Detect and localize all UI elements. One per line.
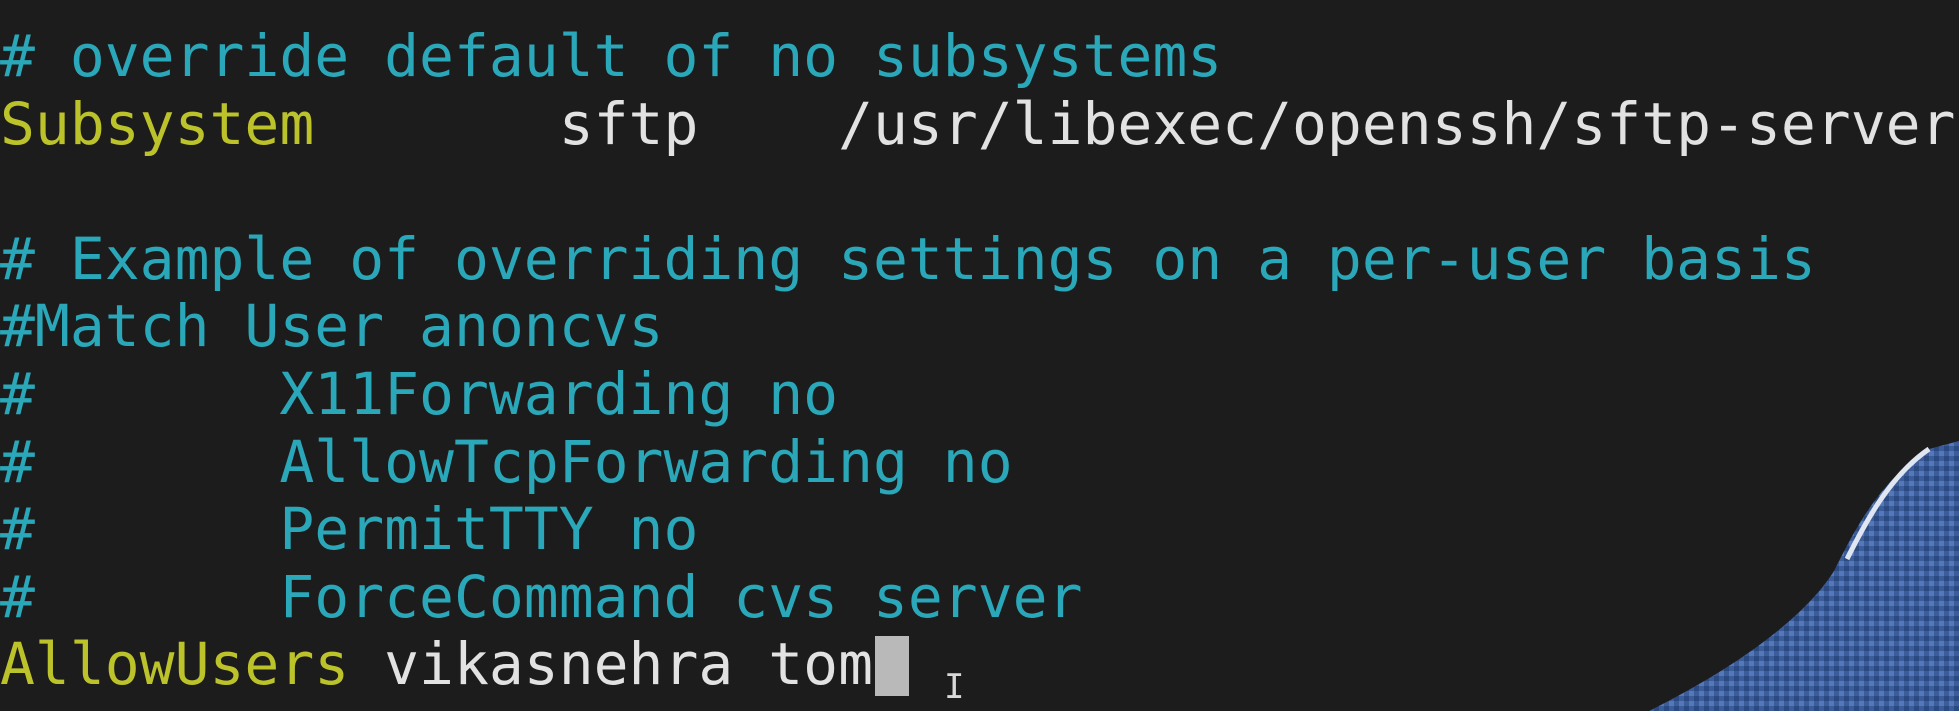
- comment-text: #Match User anoncvs: [0, 292, 664, 361]
- terminal-line: # override default of no subsystems: [0, 22, 1955, 91]
- comment-text: # X11Forwarding no: [0, 359, 839, 428]
- terminal-line: # X11Forwarding no: [0, 359, 1955, 429]
- text-cursor: [875, 636, 909, 697]
- terminal-line: Subsystem sftp /usr/libexec/openssh/sftp…: [0, 89, 1956, 159]
- terminal-window[interactable]: # override default of no subsystems Subsy…: [0, 0, 1959, 711]
- text-ibeam-cursor-icon: I: [944, 667, 965, 707]
- comment-text: # Example of overriding settings on a pe…: [0, 224, 1816, 293]
- comment-text: # PermitTTY no: [0, 495, 699, 564]
- keyword-text: Subsystem: [0, 89, 315, 158]
- value-text: vikasnehra tom: [349, 630, 873, 699]
- presenter-shoulder-image: [1649, 441, 1959, 711]
- comment-text: # override default of no subsystems: [0, 22, 1223, 90]
- value-text: sftp /usr/libexec/openssh/sftp-server: [314, 89, 1956, 158]
- terminal-line: #Match User anoncvs: [0, 293, 1955, 361]
- comment-text: # AllowTcpForwarding no: [0, 427, 1013, 496]
- terminal-line: # Example of overriding settings on a pe…: [0, 224, 1955, 294]
- comment-text: # ForceCommand cvs server: [0, 562, 1083, 631]
- keyword-text: AllowUsers: [0, 630, 350, 699]
